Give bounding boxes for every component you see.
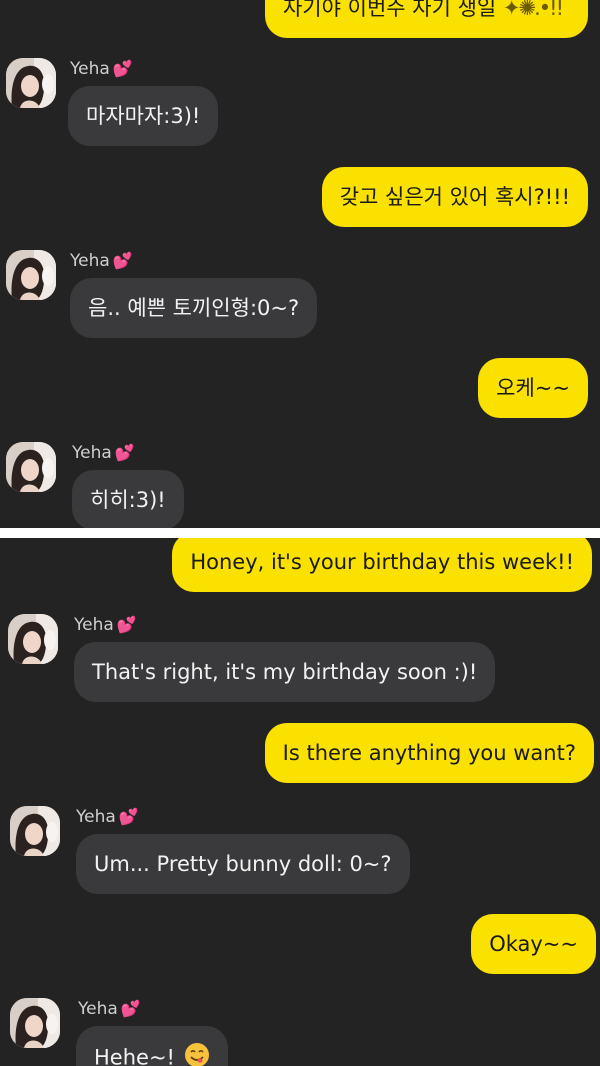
sender-name: Yeha 💕	[70, 251, 133, 271]
yum-face-icon	[184, 1042, 210, 1066]
sender-name: Yeha 💕	[72, 443, 135, 463]
message-text: 오케~~	[496, 376, 570, 400]
message-text: Hehe~!	[94, 1045, 175, 1066]
avatar[interactable]	[6, 250, 56, 300]
chat-panel-korean: 자기야 이번주 자기 생일 ✦✺.•!! Yeha 💕 마자마자:3)! 갖고 싶…	[0, 0, 600, 528]
avatar[interactable]	[10, 806, 60, 856]
heart-icon: 💕	[112, 251, 133, 270]
message-bubble-sent[interactable]: 갖고 싶은거 있어 혹시?!!!	[321, 167, 588, 227]
sender-name: Yeha 💕	[76, 807, 139, 827]
message-bubble-received[interactable]: That's right, it's my birthday soon :)!	[74, 642, 496, 702]
avatar[interactable]	[8, 614, 58, 664]
message-text: That's right, it's my birthday soon :)!	[92, 660, 478, 684]
message-text: 마자마자:3)!	[86, 104, 201, 128]
heart-icon: 💕	[116, 615, 137, 634]
avatar[interactable]	[6, 442, 56, 492]
message-text: Um... Pretty bunny doll: 0~?	[94, 852, 392, 876]
message-bubble-sent[interactable]: Is there anything you want?	[264, 723, 594, 783]
sender-name: Yeha 💕	[78, 999, 141, 1019]
heart-icon: 💕	[118, 807, 139, 826]
heart-icon: 💕	[120, 999, 141, 1018]
message-text: 히히:3)!	[90, 488, 166, 512]
message-bubble-sent[interactable]: 자기야 이번주 자기 생일 ✦✺.•!!	[264, 0, 588, 38]
emoji-sticker-icon: ✦✺.•!!	[502, 0, 564, 20]
message-bubble-received[interactable]: 마자마자:3)!	[68, 86, 219, 146]
message-bubble-received[interactable]: Hehe~!	[76, 1026, 228, 1066]
message-text: 음.. 예쁜 토끼인형:0~?	[88, 296, 300, 320]
sender-name: Yeha 💕	[74, 615, 137, 635]
heart-icon: 💕	[114, 443, 135, 462]
message-bubble-sent[interactable]: 오케~~	[478, 358, 588, 418]
message-text: 자기야 이번주 자기 생일	[282, 0, 497, 20]
sender-name: Yeha 💕	[70, 59, 133, 79]
avatar[interactable]	[6, 58, 56, 108]
message-text: Is there anything you want?	[282, 741, 576, 765]
message-text: Honey, it's your birthday this week!!	[190, 550, 574, 574]
message-text: 갖고 싶은거 있어 혹시?!!!	[339, 185, 570, 209]
message-bubble-received[interactable]: 히히:3)!	[72, 470, 184, 528]
message-text: Okay~~	[489, 932, 578, 956]
avatar[interactable]	[10, 998, 60, 1048]
message-bubble-sent[interactable]: Honey, it's your birthday this week!!	[172, 538, 592, 592]
message-bubble-received[interactable]: 음.. 예쁜 토끼인형:0~?	[70, 278, 318, 338]
chat-panel-english: Honey, it's your birthday this week!! Ye…	[0, 538, 600, 1066]
heart-icon: 💕	[112, 59, 133, 78]
message-bubble-sent[interactable]: Okay~~	[471, 914, 596, 974]
panel-divider	[0, 528, 600, 538]
message-bubble-received[interactable]: Um... Pretty bunny doll: 0~?	[76, 834, 410, 894]
